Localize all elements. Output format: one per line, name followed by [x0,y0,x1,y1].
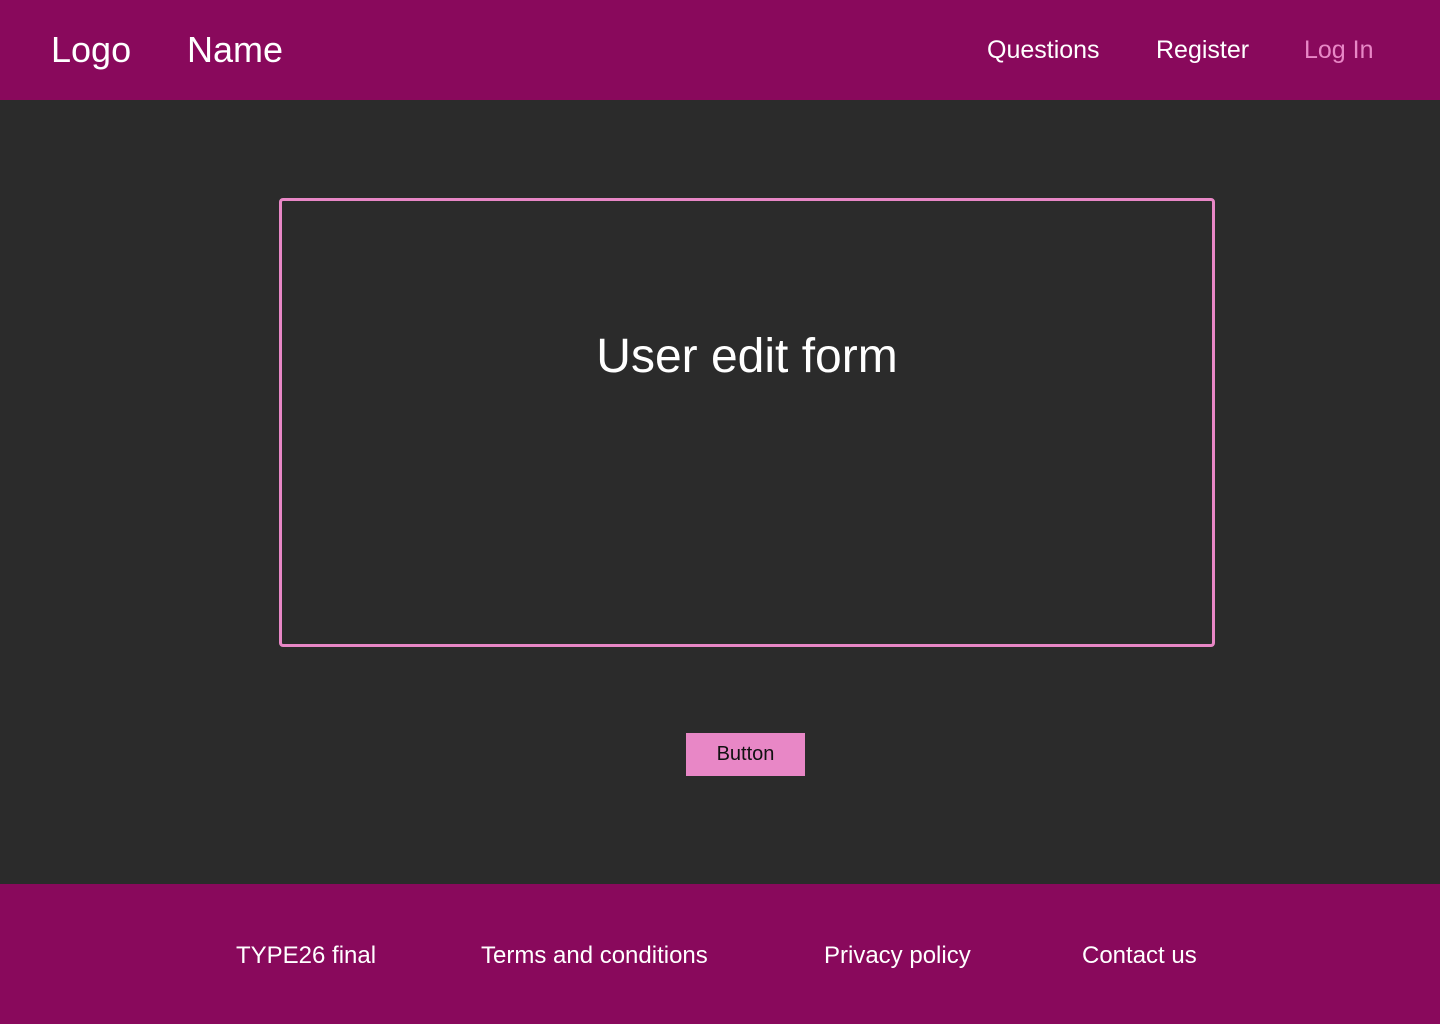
logo[interactable]: Logo [51,29,131,71]
user-edit-form: User edit form [279,198,1215,647]
footer-contact-link[interactable]: Contact us [1082,942,1197,970]
nav-register[interactable]: Register [1156,36,1249,65]
submit-button[interactable]: Button [686,733,805,776]
footer-privacy-link[interactable]: Privacy policy [824,942,971,970]
form-title: User edit form [596,330,898,383]
footer: TYPE26 final Terms and conditions Privac… [0,884,1440,1024]
nav-questions[interactable]: Questions [987,36,1100,65]
footer-terms-link[interactable]: Terms and conditions [481,942,708,970]
footer-type: TYPE26 final [236,942,377,969]
site-name: Name [187,29,284,70]
header: Logo Name Questions Register Log In [0,0,1440,100]
nav-login[interactable]: Log In [1304,36,1374,65]
